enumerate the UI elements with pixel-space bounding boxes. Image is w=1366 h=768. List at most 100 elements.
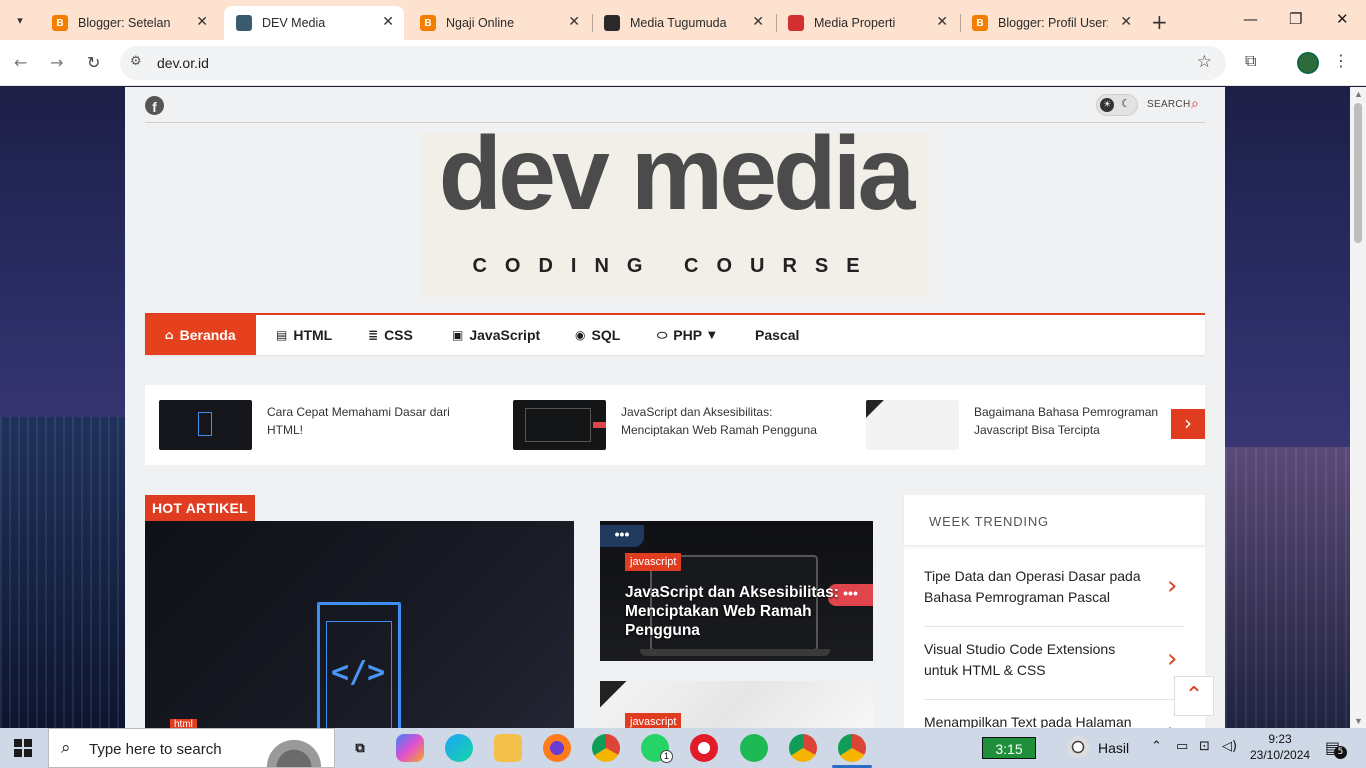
nav-php[interactable]: ⬭ PHP ▼	[657, 315, 716, 355]
chrome-icon[interactable]	[592, 734, 620, 762]
task-view-icon[interactable]: ⧉	[346, 734, 374, 762]
article-title[interactable]: JavaScript dan Aksesibilitas: Menciptaka…	[625, 583, 845, 640]
nav-sql[interactable]: ◉ SQL	[575, 315, 620, 355]
news-ticker: Cara Cepat Memahami Dasar dari HTML! Jav…	[145, 385, 1205, 465]
dark-mode-toggle[interactable]: ☀ ☾	[1096, 94, 1138, 116]
notification-icon[interactable]: ▤ 5	[1325, 738, 1347, 759]
soccer-ball-icon[interactable]	[1067, 736, 1089, 758]
tab-blogger-setelan[interactable]: B Blogger: Setelan ✕	[40, 6, 218, 40]
background-city-right	[1225, 447, 1350, 728]
trending-item[interactable]: Tipe Data dan Operasi Dasar pada Bahasa …	[924, 555, 1185, 627]
trending-item[interactable]: Visual Studio Code Extensions untuk HTML…	[924, 628, 1185, 700]
tab-ngaji-online[interactable]: B Ngaji Online ✕	[408, 6, 590, 40]
tab-dev-media[interactable]: DEV Media ✕	[224, 6, 404, 40]
ticker-item[interactable]: JavaScript dan Aksesibilitas: Menciptaka…	[513, 400, 843, 450]
close-tab-icon[interactable]: ✕	[568, 14, 580, 30]
moon-icon: ☾	[1121, 97, 1131, 110]
bookmark-star-icon[interactable]: ☆	[1197, 52, 1212, 72]
nav-javascript[interactable]: ▣ JavaScript	[452, 315, 540, 355]
database-icon: ◉	[575, 328, 586, 342]
nav-html[interactable]: ▤ HTML	[276, 315, 332, 355]
tab-blogger-profil[interactable]: B Blogger: Profil User: A ✕	[960, 6, 1142, 40]
windows-start-icon[interactable]	[14, 739, 32, 757]
network-icon[interactable]: ⊡	[1199, 739, 1210, 754]
volume-icon[interactable]: ◁)	[1222, 739, 1237, 754]
vertical-scrollbar[interactable]: ▲ ▼	[1350, 87, 1366, 728]
ticker-item[interactable]: Bagaimana Bahasa Pemrograman Javascript …	[866, 400, 1166, 450]
category-tag[interactable]: javascript	[625, 553, 682, 571]
nav-css[interactable]: ≣ CSS	[368, 315, 413, 355]
trending-item[interactable]: Menampilkan Text pada Halaman ›	[924, 701, 1185, 728]
chrome-profile-n-icon[interactable]	[789, 734, 817, 762]
blogger-icon: B	[52, 15, 68, 31]
extensions-puzzle-icon[interactable]: ⧉	[1245, 51, 1256, 71]
search-icon[interactable]: ⌕	[1191, 96, 1199, 112]
laptop-base	[640, 649, 830, 656]
nav-beranda[interactable]: ⌂ Beranda	[145, 315, 256, 355]
css3-icon: ≣	[368, 328, 379, 342]
tab-search-chevron-icon[interactable]: ▾	[8, 8, 32, 32]
chevron-right-icon: ›	[1167, 719, 1177, 728]
search-label[interactable]: SEARCH	[1147, 99, 1190, 110]
firefox-icon[interactable]	[543, 734, 571, 762]
tab-strip: ▾ B Blogger: Setelan ✕ DEV Media ✕ B Nga…	[0, 0, 1366, 40]
background-city-left	[0, 417, 125, 728]
home-icon: ⌂	[165, 328, 174, 342]
close-tab-icon[interactable]: ✕	[936, 14, 948, 30]
tray-chevron-up-icon[interactable]: ⌃	[1151, 739, 1162, 754]
scroll-to-top-button[interactable]: ⌃	[1174, 676, 1214, 716]
close-tab-icon[interactable]: ✕	[1120, 14, 1132, 30]
tab-media-tugumuda[interactable]: Media Tugumuda ✕	[592, 6, 774, 40]
main-nav: ⌂ Beranda ▤ HTML ≣ CSS ▣ JavaScript ◉ SQ…	[145, 313, 1205, 355]
chrome-active-icon[interactable]	[838, 734, 866, 762]
chevron-down-icon: ▼	[708, 329, 716, 341]
hot-article-card[interactable]: javascript	[600, 681, 873, 728]
widget-text[interactable]: Hasil	[1098, 740, 1129, 756]
menu-kebab-icon[interactable]: ⋮	[1333, 51, 1349, 70]
address-bar[interactable]: ⚙ dev.or.id ☆	[120, 46, 1226, 80]
search-icon: ⌕	[61, 738, 71, 758]
reload-icon[interactable]: ↻	[87, 53, 100, 72]
tab-media-properti[interactable]: Media Properti ✕	[776, 6, 958, 40]
system-clock[interactable]: 9:23 23/10/2024	[1250, 731, 1310, 763]
forward-arrow-icon[interactable]: →	[50, 53, 63, 72]
battery-clock-widget[interactable]: 3:15	[982, 737, 1036, 759]
back-arrow-icon[interactable]: ←	[14, 53, 27, 72]
facebook-icon[interactable]: f	[145, 96, 164, 115]
scrollbar-thumb[interactable]	[1354, 103, 1362, 243]
close-window-icon[interactable]: ✕	[1336, 10, 1349, 28]
site-logo[interactable]: dev media CODING COURSE	[421, 116, 929, 297]
category-tag[interactable]: html	[170, 719, 197, 728]
whatsapp-icon[interactable]: 1	[641, 734, 673, 763]
minimize-icon[interactable]: —	[1243, 10, 1258, 28]
new-tab-plus-icon[interactable]: +	[1151, 10, 1168, 34]
close-tab-icon[interactable]: ✕	[382, 14, 394, 30]
scroll-down-icon[interactable]: ▼	[1354, 716, 1363, 726]
ticker-next-chevron-icon[interactable]: ›	[1171, 409, 1205, 439]
hot-article-featured[interactable]: </> html	[145, 521, 574, 728]
ticker-item[interactable]: Cara Cepat Memahami Dasar dari HTML!	[159, 400, 489, 450]
opera-icon[interactable]	[690, 734, 718, 762]
close-tab-icon[interactable]: ✕	[196, 14, 208, 30]
week-trending-widget: WEEK TRENDING Tipe Data dan Operasi Dasa…	[904, 495, 1205, 728]
page-viewport: f ☀ ☾ SEARCH ⌕ dev media CODING COURSE ⌂…	[0, 87, 1350, 728]
spotify-icon[interactable]	[740, 734, 768, 762]
site-info-icon[interactable]: ⚙	[130, 54, 142, 69]
nav-pascal[interactable]: Pascal	[755, 315, 799, 355]
site-container: f ☀ ☾ SEARCH ⌕ dev media CODING COURSE ⌂…	[125, 87, 1225, 728]
edge-icon[interactable]	[445, 734, 473, 762]
copilot-icon[interactable]	[396, 734, 424, 762]
properti-icon	[788, 15, 804, 31]
js-icon: ▣	[452, 328, 464, 342]
hot-article-card[interactable]: ••• ••• javascript JavaScript dan Aksesi…	[600, 521, 873, 661]
scroll-up-icon[interactable]: ▲	[1354, 89, 1363, 99]
restore-icon[interactable]: ❐	[1289, 10, 1302, 28]
file-explorer-icon[interactable]	[494, 734, 522, 762]
profile-avatar[interactable]	[1297, 52, 1319, 74]
url-text[interactable]: dev.or.id	[157, 55, 209, 71]
taskbar-search-box[interactable]: ⌕ Type here to search	[48, 728, 335, 768]
category-tag[interactable]: javascript	[625, 713, 682, 728]
close-tab-icon[interactable]: ✕	[752, 14, 764, 30]
battery-icon[interactable]: ▭	[1176, 739, 1188, 754]
search-highlight-image	[259, 733, 329, 767]
